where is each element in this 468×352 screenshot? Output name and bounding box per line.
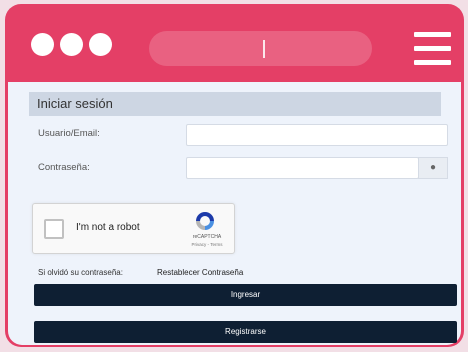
- show-password-button[interactable]: ●: [418, 157, 448, 179]
- forgot-password-text: Si olvidó su contraseña:: [38, 268, 123, 277]
- register-button[interactable]: Registrarse: [34, 321, 457, 343]
- eye-icon: ●: [429, 162, 437, 173]
- password-label: Contraseña:: [38, 162, 90, 173]
- login-panel: Iniciar sesión Usuario/Email: Contraseña…: [8, 82, 461, 345]
- password-input[interactable]: [186, 157, 419, 179]
- window-dot-icon[interactable]: [31, 33, 54, 56]
- recaptcha-links[interactable]: Privacy - Terms: [183, 242, 231, 247]
- browser-titlebar: [5, 4, 464, 82]
- user-input[interactable]: [186, 124, 448, 146]
- window-dot-icon[interactable]: [89, 33, 112, 56]
- recaptcha-widget: I'm not a robot reCAPTCHA Privacy - Term…: [32, 203, 235, 254]
- user-label: Usuario/Email:: [38, 128, 100, 139]
- hamburger-menu-icon[interactable]: [414, 30, 451, 66]
- captcha-checkbox[interactable]: [44, 219, 64, 239]
- captcha-label: I'm not a robot: [76, 222, 140, 233]
- recaptcha-brand: reCAPTCHA: [192, 234, 222, 240]
- section-title: Iniciar sesión: [29, 92, 441, 116]
- login-button[interactable]: Ingresar: [34, 284, 457, 306]
- window-dot-icon[interactable]: [60, 33, 83, 56]
- address-bar[interactable]: [149, 31, 372, 66]
- reset-password-link[interactable]: Restablecer Contraseña: [157, 268, 243, 277]
- app-window: Iniciar sesión Usuario/Email: Contraseña…: [5, 4, 464, 347]
- text-cursor: [263, 40, 265, 58]
- recaptcha-logo-icon: [196, 212, 214, 230]
